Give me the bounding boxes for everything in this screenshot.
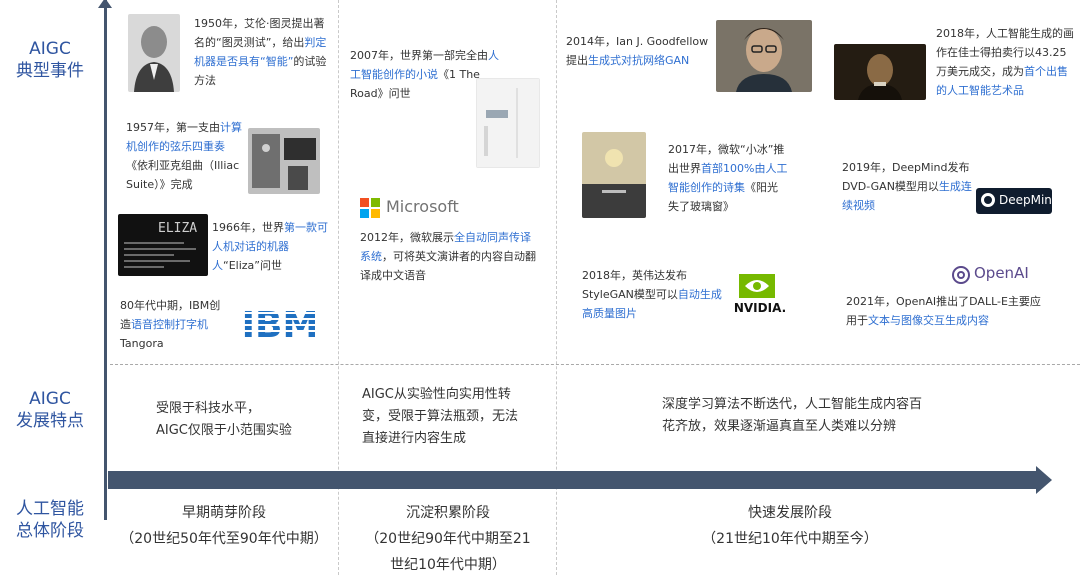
feature-early-line2: AIGC仅限于小范围实验 [156,423,292,438]
stage-accumulation-name: 沉淀积累阶段 [406,505,490,521]
stage-accumulation: 沉淀积累阶段 （20世纪90年代中期至21 世纪10年代中期） [340,500,556,575]
poetry-book-cover [582,132,646,218]
eliza-screen-title: ELIZA [158,221,197,236]
deepmind-logo: DeepMind [976,188,1060,214]
microsoft-logo-text: Microsoft [386,197,459,216]
event-2018-portrait: 2018年，人工智能生成的画作在佳士得拍卖行以43.25万美元成交，成为首个出售… [936,24,1074,100]
row-label-stages-line2: 总体阶段 [16,521,84,541]
stage-accumulation-period-line1: （20世纪90年代中期至21 [365,531,531,547]
feature-accumulation-line3: 直接进行内容生成 [362,431,467,446]
goodfellow-photo [716,20,812,92]
event-80s: 80年代中期，IBM创造语音控制打字机Tangora [120,296,224,353]
nvidia-logo-text: NVIDIA. [734,301,786,314]
ibm-logo: IBM [232,305,328,344]
event-1950: 1950年，艾伦·图灵提出著名的“图灵测试”，给出判定机器是否具有“智能”的试验… [194,14,334,90]
timeline-axis-arrow [1036,466,1052,494]
stage-early: 早期萌芽阶段 （20世纪50年代至90年代中期） [112,500,336,552]
deepmind-logo-text: DeepMind [999,193,1060,207]
event-80s-tail: Tangora [120,337,164,350]
stage-accumulation-period-line2: 世纪10年代中期） [390,557,506,573]
row-label-stages-line1: 人工智能 [16,499,84,519]
event-2012: 2012年，微软展示全自动同声传译系统，可将英文演讲者的内容自动翻译成中文语音 [360,228,536,285]
feature-early: 受限于科技水平， AIGC仅限于小范围实验 [156,398,292,442]
event-2012-tail: ，可将英文演讲者的内容自动翻译成中文语音 [360,250,536,282]
openai-logo-icon [952,266,970,284]
row-divider [110,364,1080,365]
stage-rapid: 快速发展阶段 （21世纪10年代中期至今） [560,500,1020,552]
stage-early-period: （20世纪50年代至90年代中期） [120,531,328,547]
event-1957: 1957年，第一支由计算机创作的弦乐四重奏《依利亚克组曲（Illiac Suit… [126,118,246,194]
eliza-screen-image: ELIZA [118,214,208,276]
illiac-computer-photo [248,128,320,194]
event-1966: 1966年，世界第一款可人机对话的机器人“Eliza”问世 [212,218,332,275]
event-2021-highlight: 文本与图像交互生成内容 [868,314,989,327]
feature-rapid-line1: 深度学习算法不断迭代，人工智能生成内容百 [662,397,923,412]
row-label-features: AIGC 发展特点 [0,388,100,432]
feature-rapid-line2: 花齐放，效果逐渐逼真直至人类难以分辨 [662,419,897,434]
event-2017: 2017年，微软“小冰”推出世界首部100%由人工智能创作的诗集《阳光失了玻璃窗… [668,140,788,216]
event-1957-text: 1957年，第一支由 [126,121,220,134]
event-2019: 2019年，DeepMind发布DVD-GAN模型用以生成连续视频 [842,158,974,215]
event-2014-highlight: 生成式对抗网络GAN [588,54,690,67]
vertical-axis [104,0,107,520]
feature-accumulation-line2: 变，受限于算法瓶颈，无法 [362,409,519,424]
stage-early-name: 早期萌芽阶段 [182,505,266,521]
row-label-features-line1: AIGC [29,389,71,409]
event-1957-tail: 《依利亚克组曲（Illiac Suite）》完成 [126,159,240,191]
feature-rapid: 深度学习算法不断迭代，人工智能生成内容百 花齐放，效果逐渐逼真直至人类难以分辨 [662,394,922,438]
microsoft-logo-icon [360,198,380,218]
event-2018-stylegan-text: 2018年，英伟达发布StyleGAN模型可以 [582,269,687,301]
event-1966-tail: “Eliza”问世 [223,259,282,272]
stage-rapid-name: 快速发展阶段 [748,505,832,521]
event-2007-text: 2007年，世界第一部完全由 [350,49,488,62]
event-80s-highlight: 语音控制打字机 [131,318,208,331]
feature-accumulation-line1: AIGC从实验性向实用性转 [362,387,511,402]
event-2012-text: 2012年，微软展示 [360,231,454,244]
nvidia-logo: NVIDIA. [734,274,786,314]
row-label-stages: 人工智能 总体阶段 [0,498,100,542]
feature-early-line1: 受限于科技水平， [156,401,261,416]
row-label-events: AIGC 典型事件 [0,38,100,82]
row-label-features-line2: 发展特点 [16,411,84,431]
stage-rapid-period: （21世纪10年代中期至今） [702,531,878,547]
turing-photo [128,14,180,92]
novel-page-image [476,78,540,168]
openai-logo-text: OpenAI [974,264,1029,282]
feature-accumulation: AIGC从实验性向实用性转 变，受限于算法瓶颈，无法 直接进行内容生成 [362,384,518,450]
event-2014: 2014年，Ian J. Goodfellow提出生成式对抗网络GAN [566,32,716,70]
event-1966-text: 1966年，世界 [212,221,284,234]
ai-portrait-artwork [834,44,926,100]
event-2021: 2021年，OpenAI推出了DALL-E主要应用于文本与图像交互生成内容 [846,292,1046,330]
vertical-axis-arrow [98,0,112,8]
row-label-events-line1: AIGC [29,39,71,59]
event-2018-stylegan: 2018年，英伟达发布StyleGAN模型可以自动生成高质量图片 [582,266,722,323]
deepmind-swirl-icon [981,193,995,207]
timeline-axis [108,471,1038,489]
row-label-events-line2: 典型事件 [16,61,84,81]
